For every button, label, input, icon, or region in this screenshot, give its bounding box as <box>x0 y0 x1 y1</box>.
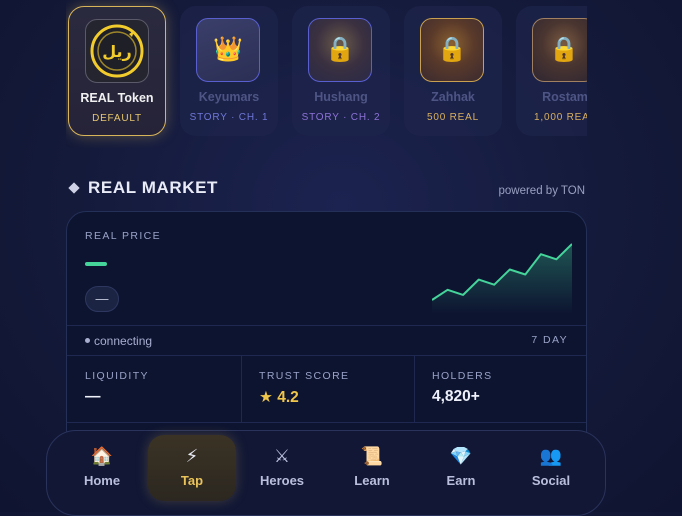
hero-subtitle: STORY · CH. 2 <box>301 112 381 123</box>
crown-lock-icon: 👑 <box>213 36 243 63</box>
stat-trust-score: TRUST SCORE ★ 4.2 <box>241 356 414 422</box>
hero-card-keyumars[interactable]: 👑 Keyumars STORY · CH. 1 <box>180 6 278 136</box>
lock-icon: 🔒 <box>549 36 579 63</box>
powered-by-label: powered by TON <box>498 185 585 197</box>
divider <box>67 325 586 326</box>
hero-avatar: 👑 <box>196 18 260 82</box>
market-title-text: REAL MARKET <box>88 178 219 197</box>
status-text: connecting <box>94 334 153 348</box>
stat-label: HOLDERS <box>432 370 493 382</box>
hero-name: REAL Token <box>80 91 154 105</box>
nav-label: Learn <box>354 473 390 488</box>
people-icon: 👥 <box>539 446 563 466</box>
nav-label: Home <box>83 473 121 488</box>
hero-name: Keyumars <box>198 90 260 104</box>
hero-avatar: 🔒 <box>532 18 587 82</box>
hero-card-real-token[interactable]: ريل REAL Token DEFAULT <box>68 6 166 136</box>
hero-name: Rostam <box>542 90 587 104</box>
stat-value: — <box>85 388 101 405</box>
market-panel: REAL PRICE — connecting 7 DAY LIQUIDITY … <box>66 211 587 451</box>
nav-label: Tap <box>180 473 204 488</box>
hero-name: Hushang <box>314 90 368 104</box>
nav-label: Heroes <box>259 473 305 488</box>
stat-label: LIQUIDITY <box>85 370 149 382</box>
hero-avatar: 🔒 <box>420 18 484 82</box>
status-dot-icon <box>85 338 90 344</box>
hero-card-hushang[interactable]: 🔒 Hushang STORY · CH. 2 <box>292 6 390 136</box>
price-value-placeholder <box>85 262 107 266</box>
price-change-badge: — <box>85 286 119 312</box>
stat-label: TRUST SCORE <box>259 370 350 382</box>
nav-home[interactable]: 🏠 Home <box>58 435 146 501</box>
hero-subtitle: 1,000 REAL <box>534 112 587 123</box>
stat-value: 4,820+ <box>432 388 480 405</box>
home-icon: 🏠 <box>90 446 114 466</box>
nav-social[interactable]: 👥 Social <box>507 435 595 501</box>
crossed-swords-icon: ⚔ <box>273 446 291 466</box>
nav-heroes[interactable]: ⚔ Heroes <box>238 435 326 501</box>
hero-carousel[interactable]: ريل REAL Token DEFAULT 👑 Keyumars STORY … <box>66 0 587 148</box>
lock-icon: 🔒 <box>325 36 355 63</box>
connection-status: connecting <box>85 334 152 348</box>
hero-card-zahhak[interactable]: 🔒 Zahhak 500 REAL <box>404 6 502 136</box>
nav-label: Earn <box>446 473 476 488</box>
nav-earn[interactable]: 💎 Earn <box>417 435 505 501</box>
stat-liquidity: LIQUIDITY — <box>67 356 241 422</box>
gem-icon: 💎 <box>449 446 473 466</box>
scroll-icon: 📜 <box>360 446 384 466</box>
hero-avatar: 🔒 <box>308 18 372 82</box>
nav-label: Social <box>531 473 571 488</box>
hero-card-rostam[interactable]: 🔒 Rostam 1,000 REAL <box>516 6 587 136</box>
lock-icon: 🔒 <box>437 36 467 63</box>
lightning-icon: ⚡ <box>185 446 199 466</box>
stat-holders: HOLDERS 4,820+ <box>414 356 586 422</box>
time-range-label[interactable]: 7 DAY <box>531 334 568 346</box>
nav-tap[interactable]: ⚡ Tap <box>148 435 236 501</box>
nav-learn[interactable]: 📜 Learn <box>328 435 416 501</box>
divider <box>67 422 586 423</box>
real-token-logo: ريل <box>85 19 149 83</box>
price-sparkline <box>432 243 572 314</box>
hero-name: Zahhak <box>431 90 475 104</box>
real-token-coin-icon: ريل <box>90 24 144 78</box>
hero-subtitle: STORY · CH. 1 <box>189 112 269 123</box>
bottom-nav: 🏠 Home ⚡ Tap ⚔ Heroes 📜 Learn 💎 Earn 👥 S… <box>46 430 606 516</box>
price-label: REAL PRICE <box>85 230 162 242</box>
stat-value: ★ 4.2 <box>259 389 299 406</box>
token-glyph: ريل <box>102 42 132 61</box>
hero-subtitle: DEFAULT <box>92 113 142 124</box>
sparkline-area <box>432 244 572 314</box>
market-section-title: REAL MARKET <box>68 178 219 198</box>
hero-subtitle: 500 REAL <box>427 112 479 123</box>
diamond-icon <box>68 182 80 194</box>
